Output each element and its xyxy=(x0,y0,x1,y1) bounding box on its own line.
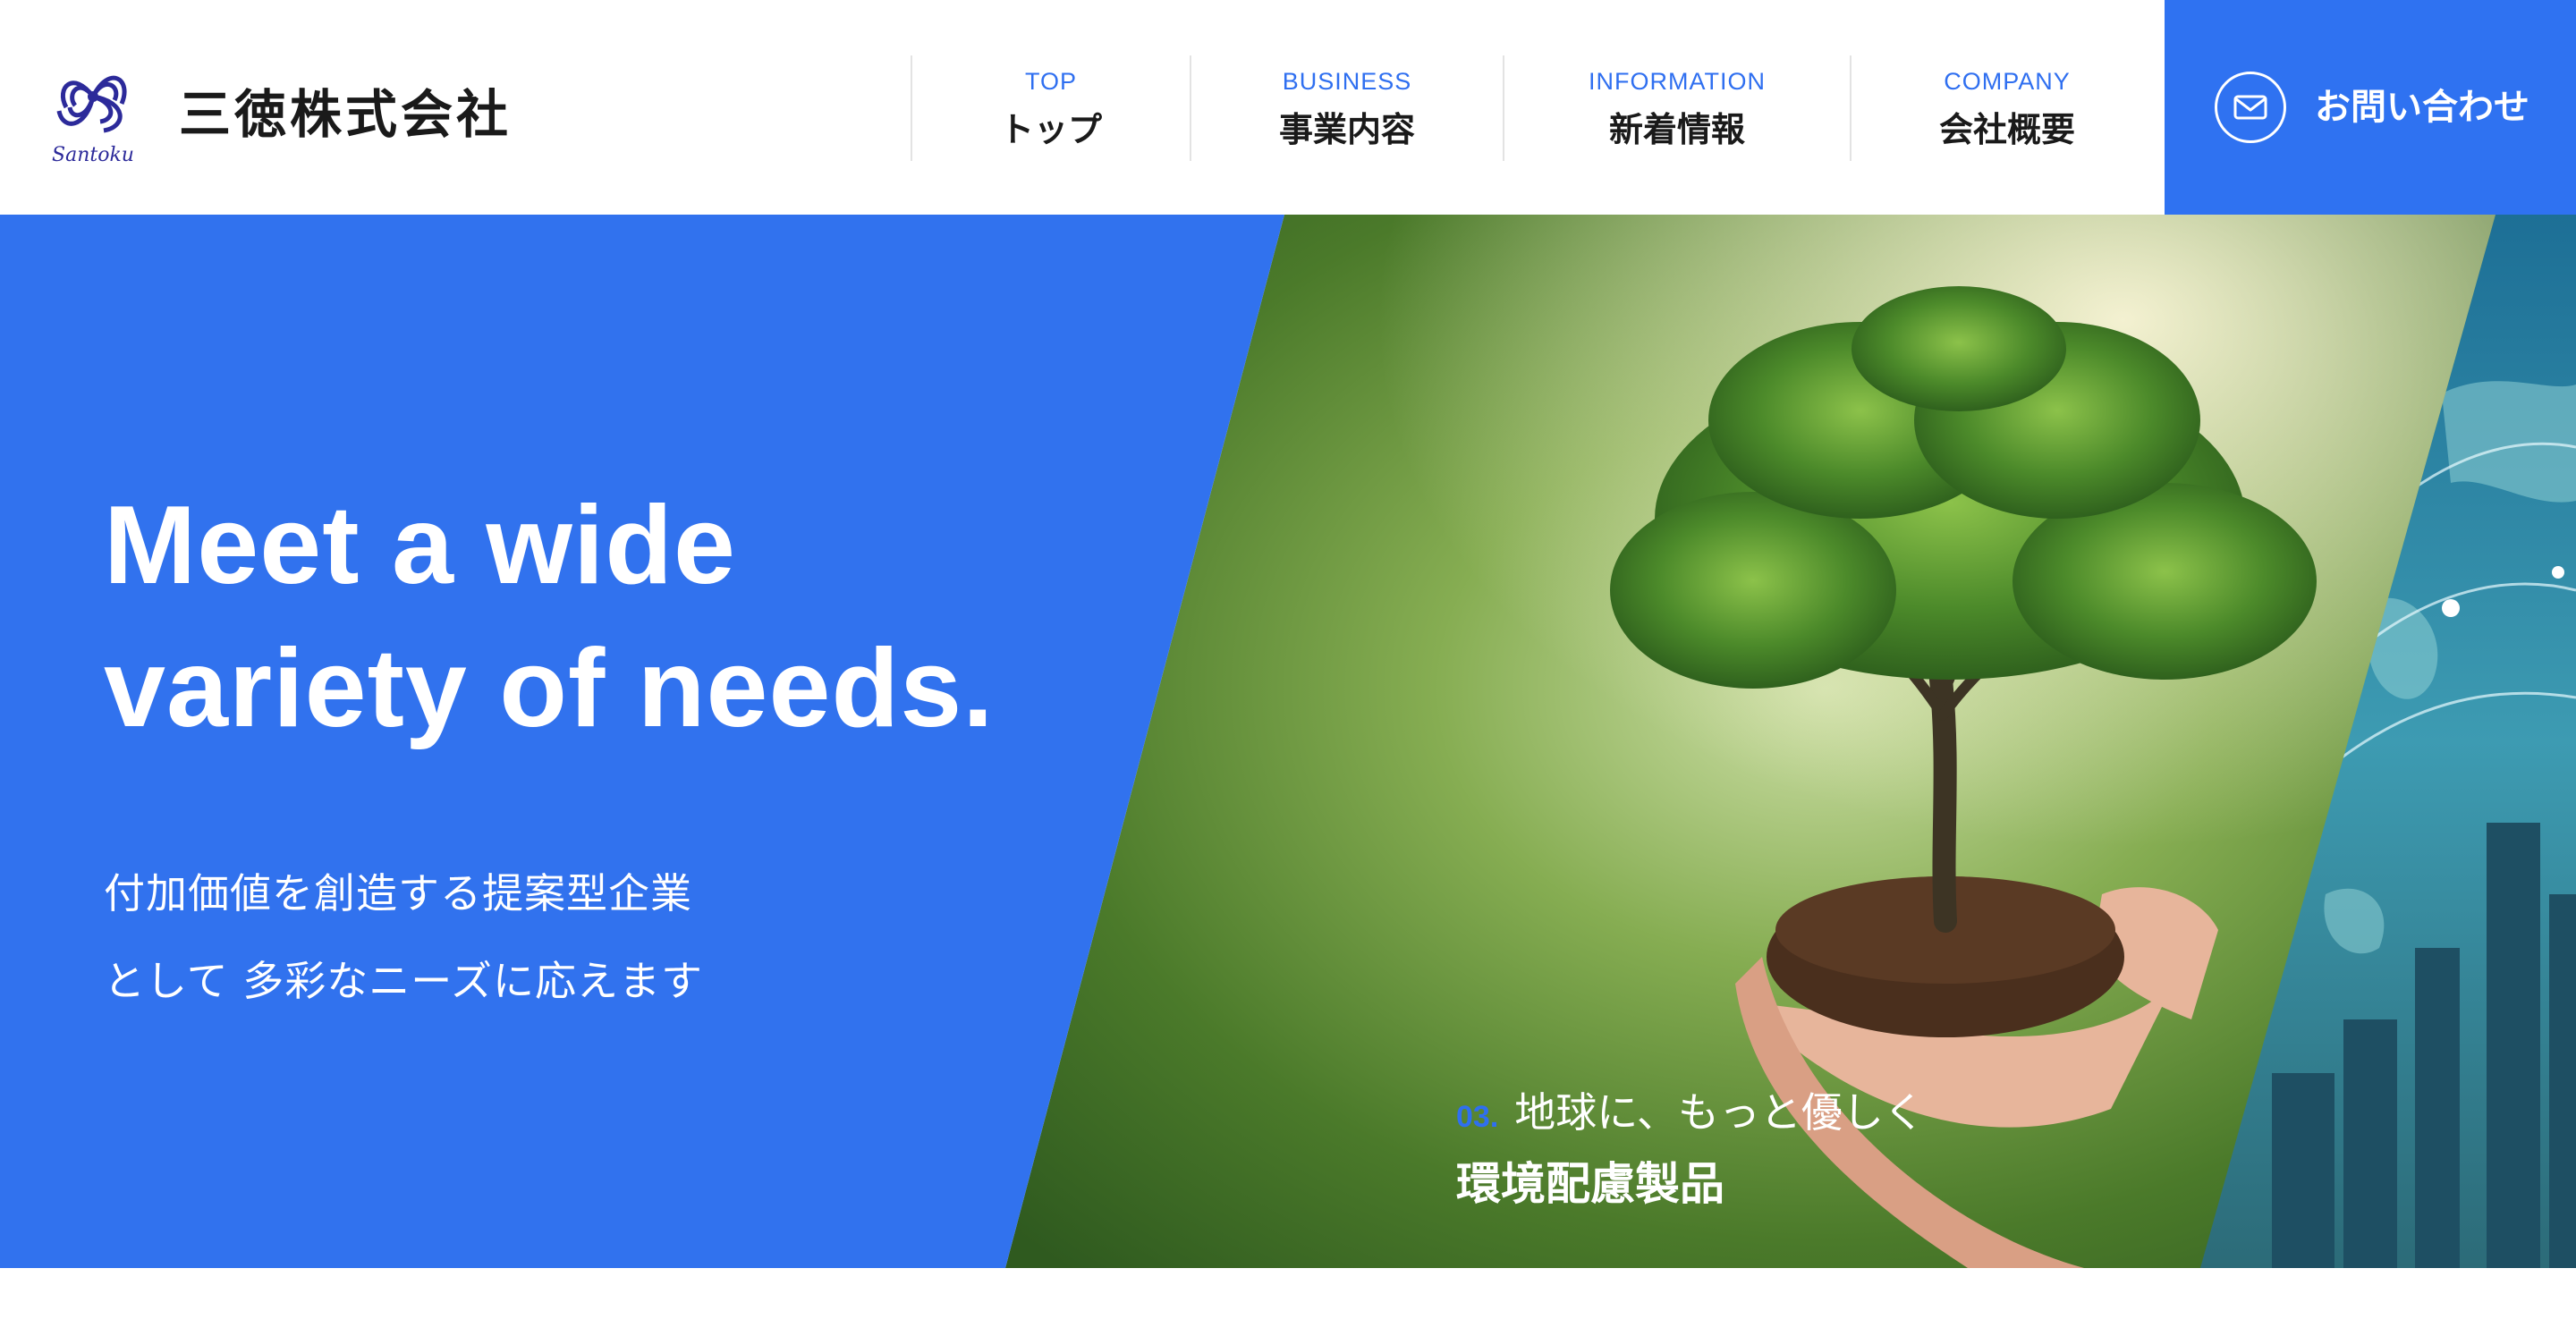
nav-label-en: TOP xyxy=(1024,68,1077,95)
nav-label-en: INFORMATION xyxy=(1589,68,1766,95)
nav-label-ja: 事業内容 xyxy=(1278,110,1415,149)
contact-button[interactable]: お問い合わせ xyxy=(2165,0,2576,215)
hero-subcopy: 付加価値を創造する提案型企業 として 多彩なニーズに応えます xyxy=(104,850,703,1025)
nav-label-ja: トップ xyxy=(999,110,1102,149)
contact-label: お問い合わせ xyxy=(2315,87,2529,128)
slide-number: 03. xyxy=(1456,1100,1499,1134)
company-name[interactable]: 三徳株式会社 xyxy=(179,82,512,147)
nav-label-ja: 新着情報 xyxy=(1608,110,1745,149)
slide-tagline-row: 03. 地球に、もっと優しく xyxy=(1456,1086,1925,1144)
main-nav: TOP トップ BUSINESS 事業内容 INFORMATION 新着情報 C… xyxy=(911,55,2163,161)
headline-line: variety of needs. xyxy=(104,627,995,750)
logo-wordmark: Santoku xyxy=(52,144,134,166)
nav-item-top[interactable]: TOP トップ xyxy=(911,55,1190,161)
site-header: Santoku 三徳株式会社 TOP トップ BUSINESS 事業内容 INF… xyxy=(0,0,2576,215)
headline-line: Meet a wide xyxy=(104,484,736,607)
hero-headline: Meet a wide variety of needs. xyxy=(104,474,1177,760)
slide-caption[interactable]: 03. 地球に、もっと優しく 環境配慮製品 xyxy=(1456,1086,1925,1212)
subcopy-line: 付加価値を創造する提案型企業 xyxy=(104,869,692,917)
mail-icon xyxy=(2215,72,2286,143)
nav-item-company[interactable]: COMPANY 会社概要 xyxy=(1850,55,2163,161)
nav-label-en: COMPANY xyxy=(1944,68,2071,95)
slide-title: 環境配慮製品 xyxy=(1456,1158,1724,1210)
slide-tagline: 地球に、もっと優しく xyxy=(1514,1088,1925,1137)
hero-slider: Meet a wide variety of needs. 付加価値を創造する提… xyxy=(0,215,2576,1268)
nav-label-en: BUSINESS xyxy=(1282,68,1412,95)
santoku-logo-icon[interactable]: Santoku xyxy=(47,52,140,168)
nav-label-ja: 会社概要 xyxy=(1938,110,2075,149)
nav-item-information[interactable]: INFORMATION 新着情報 xyxy=(1503,55,1850,161)
subcopy-line: として 多彩なニーズに応えます xyxy=(104,957,703,1005)
nav-item-business[interactable]: BUSINESS 事業内容 xyxy=(1190,55,1503,161)
